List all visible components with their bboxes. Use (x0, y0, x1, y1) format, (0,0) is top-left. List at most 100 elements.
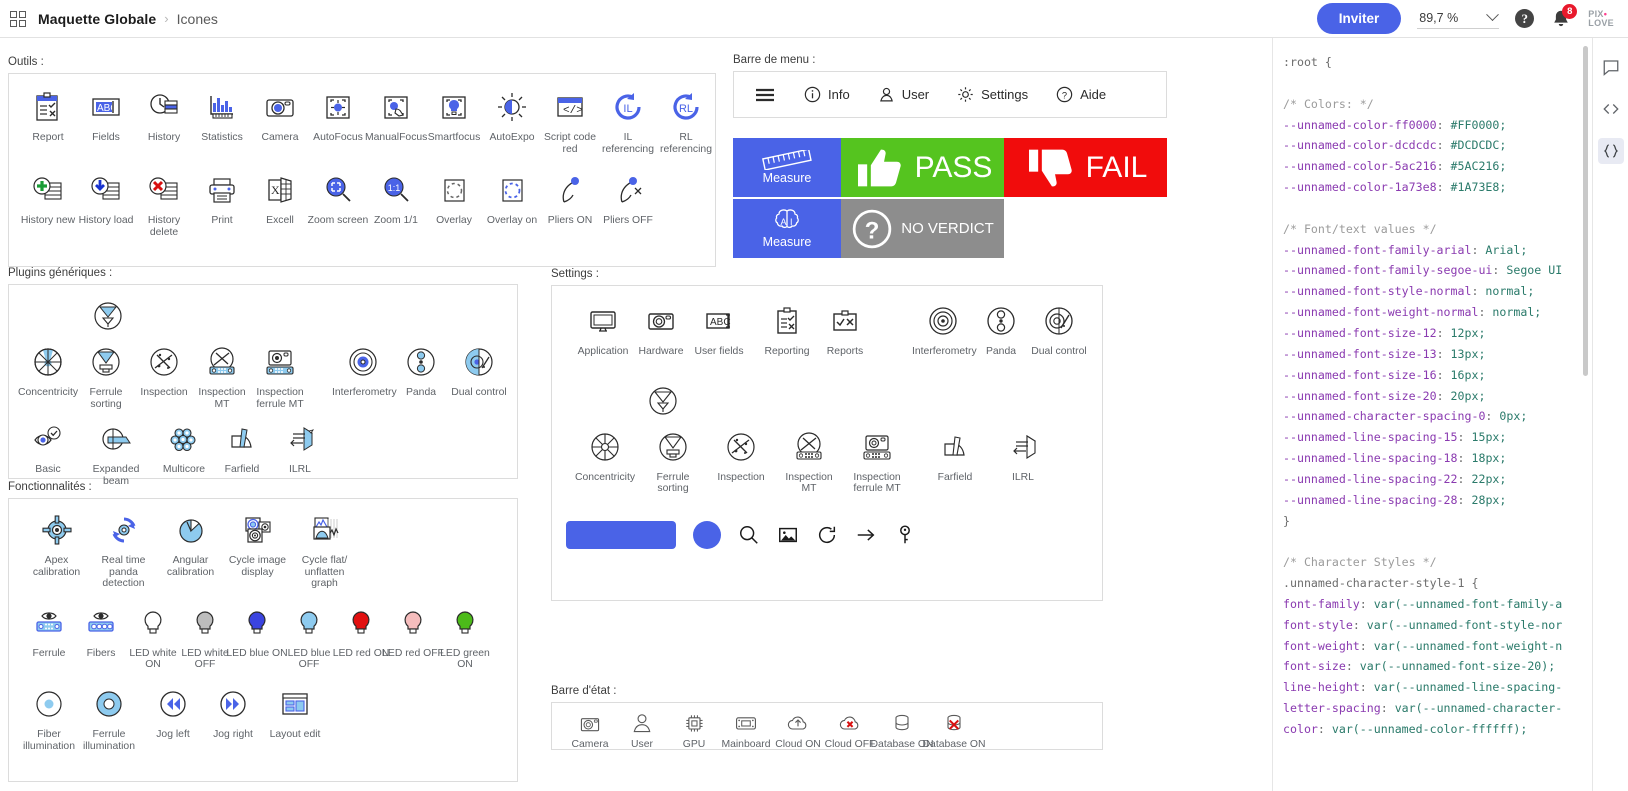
icon-cell-statistics-bars-icon[interactable]: Statistics (193, 86, 251, 144)
icon-cell-cycle-flat-unflatten-graph-icon[interactable]: Cycle flat/ unflatten graph (291, 509, 358, 590)
icon-cell-angular-calibration-icon[interactable]: Angular calibration (157, 509, 224, 578)
icon-cell-zoom-one-to-one-icon[interactable]: 1:1 Zoom 1/1 (367, 169, 425, 227)
icon-cell-ferrule-sorting-icon[interactable]: Ferrule sorting (77, 341, 135, 410)
invite-button[interactable]: Inviter (1316, 3, 1402, 34)
icon-cell-layout-edit-icon[interactable]: Layout edit (269, 683, 321, 741)
icon-cell-pliers-on-icon[interactable]: Pliers ON (541, 169, 599, 227)
icon-cell-zoom-screen-icon[interactable]: Zoom screen (308, 169, 368, 227)
icon-cell-inspection-ferrule-mt-icon[interactable]: Inspection ferrule MT (251, 341, 309, 410)
measure-ai-tile[interactable]: A I Measure (733, 199, 841, 258)
icon-cell-history-delete-icon[interactable]: History delete (135, 169, 193, 238)
icon-cell-camera-status-icon[interactable]: Camera (564, 709, 616, 751)
fail-tile[interactable]: FAIL (1004, 138, 1167, 197)
help-icon[interactable]: ? (1515, 9, 1535, 28)
icon-cell-cloud-on-icon[interactable]: Cloud ON (772, 709, 824, 751)
icon-cell-mainboard-icon[interactable]: Mainboard (720, 709, 772, 751)
icon-cell-inspection-icon[interactable]: Inspection (135, 341, 193, 399)
menu-item-menu[interactable] (754, 86, 776, 104)
icon-cell-farfield-icon[interactable]: Farfield (213, 418, 271, 476)
code-scrollbar-thumb[interactable] (1583, 46, 1588, 376)
icon-cell-fiber-illumination-icon[interactable]: Fiber illumination (23, 683, 75, 752)
braces-icon[interactable] (1597, 138, 1624, 164)
code-icon[interactable] (1598, 96, 1624, 122)
breadcrumb-root[interactable]: Maquette Globale (38, 11, 156, 27)
icon-cell-panda-icon[interactable]: Panda (392, 341, 450, 399)
icon-cell-realtime-panda-detection-icon[interactable]: Real time panda detection (90, 509, 157, 590)
pass-tile[interactable]: PASS (841, 138, 1004, 197)
accent-rectangle-swatch[interactable] (566, 520, 676, 549)
icon-cell-autoexpo-sun-icon[interactable]: AutoExpo (483, 86, 541, 144)
icon-cell-script-code-icon[interactable]: </> Script code red (541, 86, 599, 155)
icon-cell-overlay-on-icon[interactable]: Overlay on (483, 169, 541, 227)
icon-cell-jog-left-icon[interactable]: Jog left (147, 683, 199, 741)
icon-cell-history-clock-icon[interactable]: History (135, 86, 193, 144)
icon-cell-ilrl-outline-icon[interactable]: ILRL (994, 426, 1052, 484)
menu-item-user[interactable]: User (878, 86, 929, 103)
icon-cell-cycle-image-display-icon[interactable]: Cycle image display (224, 509, 291, 578)
icon-cell-autofocus-icon[interactable]: AutoFocus (309, 86, 367, 144)
icon-cell-manualfocus-icon[interactable]: ManualFocus (365, 86, 427, 144)
icon-cell-interferometry-icon[interactable]: Interferometry (332, 341, 397, 399)
icon-cell-monitor-icon[interactable]: Application (574, 300, 632, 358)
icon-cell-camera-outline-icon[interactable]: Hardware (632, 300, 690, 358)
icon-cell-apex-calibration-icon[interactable]: Apex calibration (23, 509, 90, 578)
icon-cell-report-icon[interactable]: Report (19, 86, 77, 144)
menu-item-aide[interactable]: ? Aide (1056, 86, 1106, 103)
icon-cell-camera-icon[interactable]: Camera (251, 86, 309, 144)
accent-circle-swatch[interactable] (693, 520, 721, 549)
icon-cell-inspection-mt-icon[interactable]: Inspection MT (193, 341, 251, 410)
icon-cell-inspection-outline-icon[interactable]: Inspection (712, 426, 770, 484)
icon-cell-ferrule-sorting-outline-icon[interactable]: Ferrule sorting (644, 426, 702, 495)
icon-cell-reporting-clipboard-icon[interactable]: Reporting (758, 300, 816, 358)
icon-cell-smartfocus-bulb-icon[interactable]: Smartfocus (425, 86, 483, 144)
comment-icon[interactable] (1598, 54, 1624, 80)
key-icon[interactable] (894, 524, 916, 546)
measure-ruler-tile[interactable]: Measure (733, 138, 841, 197)
breadcrumb-leaf[interactable]: Icones (177, 11, 218, 27)
zoom-select[interactable]: 89,7 % (1417, 8, 1500, 29)
icon-cell-led-white-on-icon[interactable]: LED white ON (127, 602, 179, 671)
icon-cell-cloud-off-icon[interactable]: Cloud OFF (824, 709, 876, 751)
icon-cell-led-red-off-icon[interactable]: LED red OFF (382, 602, 444, 660)
icon-cell-ferrule-illumination-icon[interactable]: Ferrule illumination (83, 683, 135, 752)
code-text[interactable]: :root { /* Colors: */ --unnamed-color-ff… (1283, 52, 1592, 740)
icon-cell-database-off-icon[interactable]: Database ON (923, 709, 985, 751)
notifications-button[interactable]: 8 (1550, 3, 1578, 30)
icon-cell-ilrl-icon[interactable]: ILRL (271, 418, 329, 476)
icon-cell-excel-icon[interactable]: X Excell (251, 169, 309, 227)
icon-cell-farfield-outline-icon[interactable]: Farfield (926, 426, 984, 484)
icon-cell-led-red-on-icon[interactable]: LED red ON (333, 602, 389, 660)
grid-icon[interactable] (10, 10, 26, 27)
icon-cell-inspection-mt-outline-icon[interactable]: Inspection MT (780, 426, 838, 495)
icon-cell-history-new-icon[interactable]: History new (19, 169, 77, 227)
icon-cell-history-load-icon[interactable]: History load (77, 169, 135, 227)
icon-cell-interferometry-outline-icon[interactable]: Interferometry (912, 300, 977, 358)
image-icon[interactable] (777, 524, 799, 546)
menu-item-info[interactable]: Info (804, 86, 850, 103)
icon-cell-abc-field-icon[interactable]: ABC User fields (690, 300, 748, 358)
icon-cell-panda-outline-icon[interactable]: Panda (972, 300, 1030, 358)
icon-cell-led-blue-off-icon[interactable]: LED blue OFF (283, 602, 335, 671)
icon-cell-concentricity-outline-icon[interactable]: Concentricity (575, 426, 635, 484)
icon-cell-rl-referencing-icon[interactable]: RL RL referencing (657, 86, 715, 155)
icon-cell-il-referencing-icon[interactable]: IL IL referencing (599, 86, 657, 155)
icon-cell-led-green-on-icon[interactable]: LED green ON (439, 602, 491, 671)
icon-cell-database-on-icon[interactable]: Database ON (871, 709, 933, 751)
icon-cell-overlay-off-icon[interactable]: Overlay (425, 169, 483, 227)
refresh-icon[interactable] (816, 524, 838, 546)
icon-cell-basic-eye-icon[interactable]: Basic (19, 418, 77, 476)
icon-cell-expanded-beam-icon[interactable]: Expanded beam (87, 418, 145, 487)
icon-cell-print-icon[interactable]: Print (193, 169, 251, 227)
icon-cell-ferrule-sorting-top-outline-icon[interactable] (634, 380, 692, 426)
icon-cell-inspection-ferrule-mt-outline-icon[interactable]: Inspection ferrule MT (848, 426, 906, 495)
icon-cell-concentricity-icon[interactable]: Concentricity (18, 341, 78, 399)
icon-cell-user-status-icon[interactable]: User (616, 709, 668, 751)
menu-item-settings[interactable]: Settings (957, 86, 1028, 103)
icon-cell-fibers-eye-icon[interactable]: Fibers (75, 602, 127, 660)
icon-cell-led-blue-on-icon[interactable]: LED blue ON (226, 602, 288, 660)
icon-cell-multicore-icon[interactable]: Multicore (155, 418, 213, 476)
icon-cell-dual-control-icon[interactable]: Dual control (450, 341, 508, 399)
icon-cell-ferrule-sorting-top-icon[interactable] (79, 295, 137, 341)
icon-cell-fields-abc-icon[interactable]: ABC Fields (77, 86, 135, 144)
no-verdict-tile[interactable]: ? NO VERDICT (841, 199, 1004, 258)
